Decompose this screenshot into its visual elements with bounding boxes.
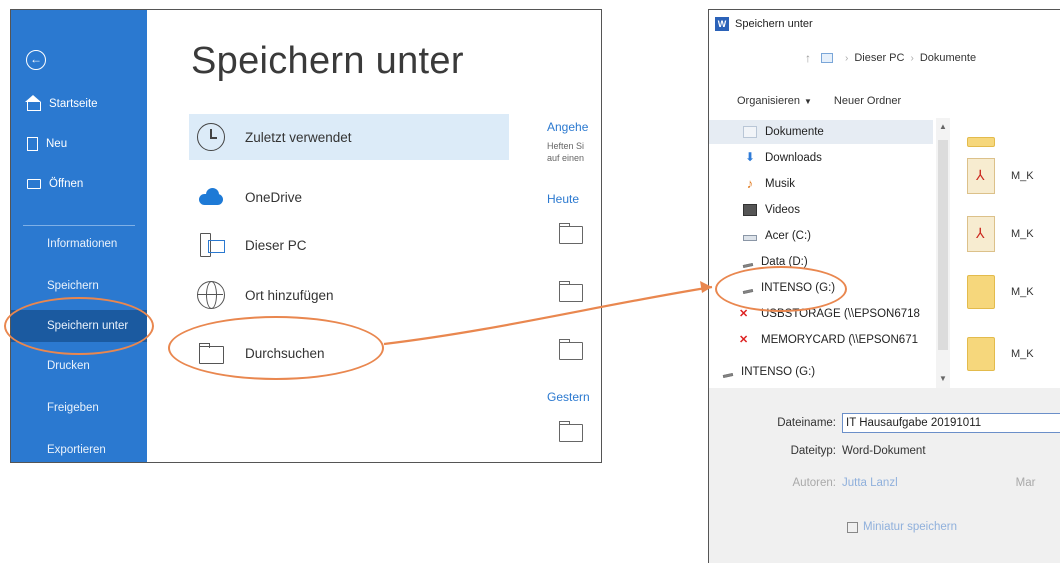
annotation-arrow-icon (383, 281, 713, 346)
screenshot-stage: ← Startseite Neu Öffnen Informationen Sp… (0, 0, 1060, 563)
